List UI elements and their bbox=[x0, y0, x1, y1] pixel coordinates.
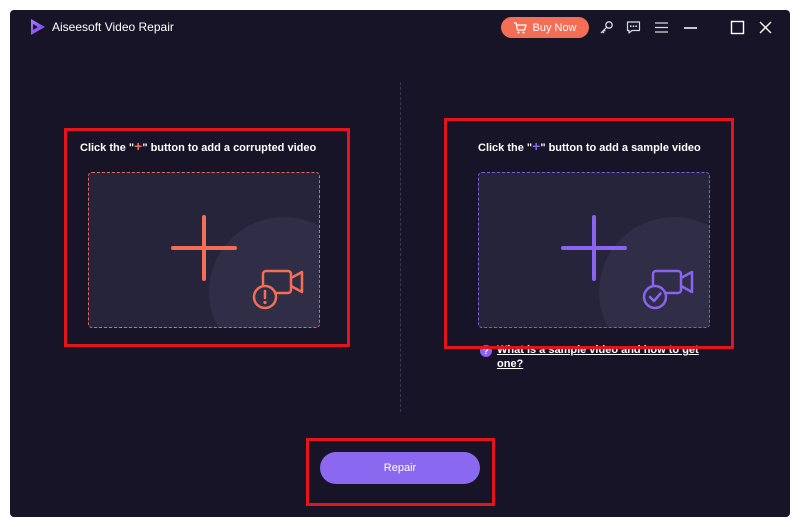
sample-video-title: Click the "+" button to add a sample vid… bbox=[478, 138, 701, 154]
key-icon[interactable] bbox=[597, 18, 615, 36]
menu-icon[interactable] bbox=[652, 18, 670, 36]
add-corrupted-video-dropzone[interactable] bbox=[88, 172, 320, 328]
app-window: Aiseesoft Video Repair Buy Now Click the… bbox=[10, 10, 790, 517]
play-logo-icon bbox=[31, 19, 45, 35]
sample-video-help-link[interactable]: ? What is a sample video and how to get … bbox=[480, 343, 730, 371]
close-icon[interactable] bbox=[756, 18, 774, 36]
video-check-icon bbox=[642, 269, 694, 310]
question-icon: ? bbox=[480, 345, 492, 357]
cart-icon bbox=[514, 21, 528, 33]
panel-divider bbox=[400, 82, 401, 412]
corrupted-video-title: Click the "+" button to add a corrupted … bbox=[80, 138, 317, 154]
repair-button[interactable]: Repair bbox=[320, 452, 480, 484]
add-sample-video-dropzone[interactable] bbox=[478, 172, 710, 328]
plus-icon[interactable] bbox=[171, 215, 237, 281]
plus-icon[interactable] bbox=[561, 215, 627, 281]
minimize-icon[interactable] bbox=[681, 18, 699, 36]
buy-now-button[interactable]: Buy Now bbox=[501, 17, 589, 38]
maximize-icon[interactable] bbox=[728, 18, 746, 36]
help-link-text[interactable]: What is a sample video and how to get on… bbox=[497, 343, 717, 371]
app-title: Aiseesoft Video Repair bbox=[52, 20, 174, 34]
video-warning-icon bbox=[252, 269, 304, 310]
title-bar: Aiseesoft Video Repair Buy Now bbox=[10, 10, 790, 44]
buy-now-label: Buy Now bbox=[532, 21, 577, 34]
chat-icon[interactable] bbox=[624, 18, 642, 36]
